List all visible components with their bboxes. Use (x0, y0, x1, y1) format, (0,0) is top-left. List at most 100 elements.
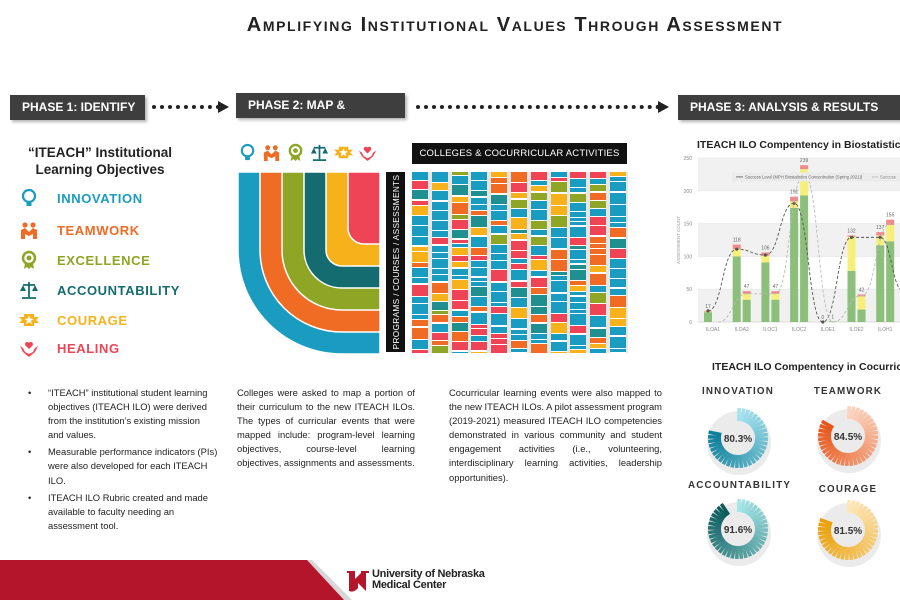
mosaic-cell (412, 304, 428, 314)
mosaic-cell (530, 333, 547, 339)
mosaic-cell (530, 271, 547, 277)
bullet-item: Measurable performance indicators (PIs) … (28, 445, 218, 487)
line-point (821, 320, 825, 324)
arrowhead-icon (658, 101, 669, 113)
mosaic-cell (550, 272, 567, 275)
mosaic-cell (431, 346, 448, 353)
mosaic-cell (570, 334, 587, 345)
heart-hands-icon (16, 337, 42, 359)
mosaic-cell (570, 296, 587, 302)
donut-chart-courage: 81.5% (817, 499, 881, 567)
mosaic-cell (412, 200, 428, 205)
mosaic-cell (491, 178, 508, 184)
donut-segment (736, 407, 741, 422)
mosaic-cell (610, 238, 626, 248)
mosaic-cell (471, 216, 488, 228)
mosaic-cell (471, 342, 488, 351)
medal-icon (16, 249, 42, 271)
row-header-text: PROGRAMS / COURSES / ASSESSMENTS (390, 174, 401, 350)
mosaic-cell (570, 292, 587, 296)
mosaic-cell (471, 236, 488, 247)
mosaic-cell (530, 186, 547, 192)
bar-value-label: 47 (744, 284, 750, 290)
bar-segment-red (876, 232, 885, 236)
donut-segment (845, 452, 850, 467)
y-tick-label: 250 (684, 156, 693, 162)
mosaic-cell (471, 312, 488, 324)
star-badge-icon (19, 314, 39, 326)
donut-value: 81.5% (834, 526, 862, 537)
mosaic-cell (530, 307, 547, 315)
mosaic-cell (610, 204, 626, 216)
bar-segment-green (886, 241, 895, 322)
mosaic-cell (590, 285, 607, 292)
mosaic-cell (550, 178, 567, 182)
mosaic-cell (431, 269, 448, 275)
mosaic-cell (511, 193, 527, 199)
mosaic-cell (570, 179, 587, 188)
donut-segment (708, 430, 722, 437)
mosaic-cell (570, 250, 587, 260)
mosaic-column (570, 172, 587, 353)
donut-segment (707, 526, 722, 531)
phase2b-description: Cocurricular learning events were also m… (449, 387, 662, 483)
mosaic-cell (550, 193, 567, 205)
mosaic-cell (550, 301, 567, 313)
mosaic-cell (570, 172, 587, 178)
donut-segment (848, 452, 854, 467)
donut-segment (846, 405, 851, 420)
mosaic-cell (451, 310, 468, 316)
mosaic-cell (530, 230, 547, 236)
mosaic-cell (590, 273, 607, 285)
bar-segment-yellow (761, 255, 770, 263)
mosaic-cell (590, 328, 607, 337)
mosaic-cell (550, 293, 567, 301)
mosaic-cell (471, 261, 488, 268)
mosaic-cell (491, 172, 508, 177)
scales-icon (16, 279, 42, 301)
phase-2-banner: PHASE 2: MAP & COLLECT (236, 93, 405, 137)
ilo-heading-line1: “ITEACH” Institutional (28, 145, 172, 160)
mosaic-cell (412, 216, 428, 225)
mosaic-cell (412, 181, 428, 190)
mosaic-cell (471, 256, 488, 260)
bar-value-label: 17 (705, 304, 711, 310)
mosaic-cell (530, 172, 547, 180)
ilo-item-courage: COURAGE (16, 308, 128, 332)
mosaic-cell (570, 310, 587, 313)
scales-icon (310, 144, 329, 161)
mosaic-cell (590, 172, 607, 178)
mosaic-cell (550, 276, 567, 281)
mosaic-cell (530, 181, 547, 186)
mosaic-cell (471, 287, 488, 296)
mosaic-cell (451, 262, 468, 268)
ilo-label: COURAGE (57, 312, 128, 328)
mosaic-cell (590, 337, 607, 343)
mosaic-cell (511, 240, 527, 250)
ilo-heading-line2: Learning Objectives (35, 162, 165, 177)
mosaic-cell (451, 196, 468, 202)
bar-segment-red (800, 165, 809, 170)
mosaic-cell (412, 320, 428, 327)
mosaic-cell (491, 303, 508, 306)
ilo-item-excellence: EXCELLENCE (16, 248, 150, 272)
mosaic-cell (590, 192, 607, 200)
donut-segment (864, 524, 879, 530)
mosaic-cell (431, 323, 448, 332)
mosaic-cell (491, 282, 508, 291)
y-tick-label: 150 (684, 222, 693, 228)
mosaic-cell (491, 333, 508, 338)
mosaic-cell (610, 336, 626, 348)
bar-segment-yellow (847, 236, 856, 271)
bar-segment-yellow (771, 293, 780, 300)
mosaic-cell (451, 215, 468, 219)
mosaic-cell (570, 212, 587, 217)
ilo-label: TEAMWORK (57, 222, 140, 238)
mosaic-cell (570, 260, 587, 264)
mosaic-cell (570, 246, 587, 249)
mosaic-column (491, 172, 508, 353)
star-badge-icon (16, 309, 42, 331)
bar-segment-yellow (886, 224, 895, 242)
mosaic-cell (550, 205, 567, 215)
ilo-icon-row (238, 143, 383, 165)
